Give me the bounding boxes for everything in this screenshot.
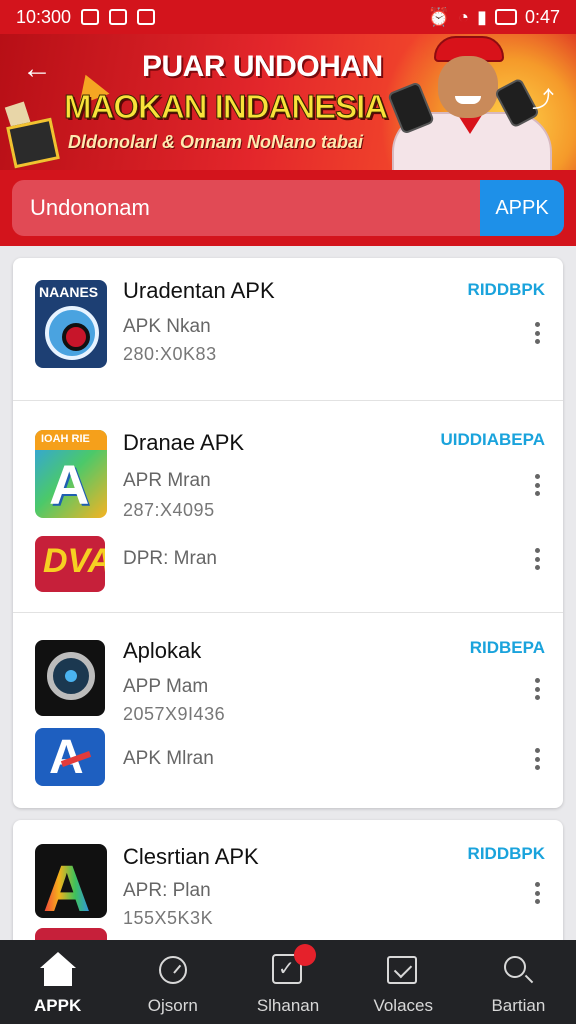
app-subtitle: APK Mlran bbox=[123, 748, 214, 769]
search-button[interactable]: APPK bbox=[480, 180, 564, 236]
search-icon bbox=[502, 954, 534, 986]
notification-badge bbox=[294, 944, 316, 966]
app-title[interactable]: Uradentan APK bbox=[123, 278, 275, 304]
app-title[interactable]: Aplokak bbox=[123, 638, 201, 664]
more-options-icon[interactable] bbox=[525, 318, 549, 348]
signal-icon: ▮ bbox=[477, 6, 487, 27]
battery-icon bbox=[494, 9, 517, 25]
app-title[interactable]: Clesrtian APK bbox=[123, 844, 259, 870]
nav-item-home[interactable]: APPK bbox=[0, 940, 115, 1024]
nav-label: APPK bbox=[33, 996, 82, 1015]
app-size: 280:X0K83 bbox=[123, 344, 217, 364]
app-download-link[interactable]: RIDBEPA bbox=[470, 638, 545, 658]
letter-a-blue-icon[interactable]: A bbox=[35, 728, 105, 786]
app-download-link[interactable]: UIDDIABEPA bbox=[440, 430, 545, 450]
more-options-icon[interactable] bbox=[525, 744, 549, 774]
app-subtitle: APR Mran bbox=[123, 470, 211, 491]
more-options-icon[interactable] bbox=[525, 470, 549, 500]
camera-lens-icon[interactable]: NAANES bbox=[35, 280, 107, 368]
checklist-icon bbox=[272, 944, 316, 986]
status-time-right: 0:47 bbox=[524, 6, 560, 27]
more-options-icon[interactable] bbox=[525, 674, 549, 704]
back-arrow-icon[interactable]: ← bbox=[22, 54, 56, 88]
promo-banner[interactable]: ← PUAR UNDOHAN MAOKAN INDANESIA Dldonola… bbox=[0, 34, 576, 170]
app-title[interactable]: Dranae APK bbox=[123, 430, 244, 456]
app-subtitle: APK Nkan bbox=[123, 316, 211, 337]
nav-item-search[interactable]: Bartian bbox=[461, 940, 576, 1024]
more-options-icon[interactable] bbox=[525, 544, 549, 574]
divider bbox=[13, 400, 563, 401]
status-bar: 10:300 ⏰ ◔ ▮ 0:47 bbox=[0, 0, 576, 34]
banner-headline: MAOKAN INDANESIA bbox=[63, 88, 388, 126]
banner-subtitle: Dldonolarl & Onnam NoNano tabai bbox=[68, 132, 364, 152]
nav-label: Bartian bbox=[491, 996, 546, 1015]
status-time: 10:300 bbox=[16, 6, 72, 27]
nav-item-videos[interactable]: Volaces bbox=[346, 940, 461, 1024]
wifi-icon: ◔ bbox=[458, 6, 470, 27]
more-options-icon[interactable] bbox=[525, 878, 549, 908]
app-download-link[interactable]: RIDDBPK bbox=[468, 280, 545, 300]
app-subtitle: APR: Plan bbox=[123, 880, 211, 901]
nav-label: Volaces bbox=[373, 996, 433, 1015]
app-list-card: NAANES Uradentan APK RIDDBPK APK Nkan 28… bbox=[13, 258, 563, 808]
letter-a-icon[interactable]: IOAH RIE A bbox=[35, 430, 107, 518]
nav-label: Slhanan bbox=[256, 996, 320, 1015]
nav-label: Ojsorn bbox=[147, 996, 198, 1015]
banner-box-icon bbox=[6, 117, 60, 169]
app-subtitle: DPR: Mran bbox=[123, 548, 217, 569]
app-subtitle: APP Mam bbox=[123, 676, 209, 697]
clock-icon bbox=[157, 954, 189, 986]
mail-icon bbox=[137, 9, 156, 25]
bottom-navigation: APPK Ojsorn Slhanan Volaces Bartian bbox=[0, 940, 576, 1024]
nav-item-history[interactable]: Ojsorn bbox=[115, 940, 230, 1024]
banner-title: PUAR UNDOHAN bbox=[142, 50, 383, 83]
app-size: 2057X9I436 bbox=[123, 704, 226, 724]
home-icon bbox=[39, 952, 76, 986]
lens-icon[interactable] bbox=[35, 640, 105, 716]
red-logo-icon[interactable]: DVAX bbox=[35, 536, 105, 592]
app-list-card: A Clesrtian APK RIDDBPK APR: Plan 155X5K… bbox=[13, 820, 563, 960]
book-icon bbox=[81, 9, 100, 25]
video-icon bbox=[387, 954, 419, 986]
notification-icon bbox=[109, 9, 128, 25]
search-input[interactable] bbox=[12, 180, 478, 236]
app-size: 155X5K3K bbox=[123, 908, 214, 928]
search-bar: APPK bbox=[0, 170, 576, 246]
nav-item-saved[interactable]: Slhanan bbox=[230, 940, 345, 1024]
divider bbox=[13, 612, 563, 613]
share-icon[interactable]: ⤴ bbox=[532, 82, 554, 114]
alarm-icon: ⏰ bbox=[427, 6, 451, 27]
letter-a-color-icon[interactable]: A bbox=[35, 844, 107, 918]
app-download-link[interactable]: RIDDBPK bbox=[468, 844, 545, 864]
app-size: 287:X4095 bbox=[123, 500, 215, 520]
